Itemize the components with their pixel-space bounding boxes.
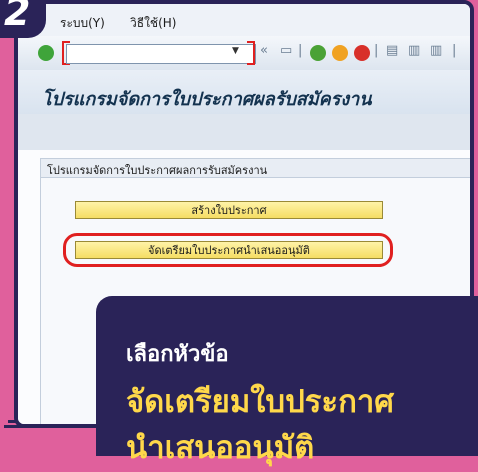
cancel-icon[interactable]: [354, 45, 370, 61]
callout-highlight: จัดเตรียมใบประกาศ: [126, 384, 394, 420]
selection-highlight: [63, 233, 393, 267]
menu-help[interactable]: วิธีใช้(H): [130, 14, 176, 33]
title-bar: โปรแกรมจัดการใบประกาศผลรับสมัครงาน: [18, 70, 470, 115]
menu-system[interactable]: ระบบ(Y): [60, 14, 105, 33]
toolbar: ▼ « ▭ | | ▤ ▥ ▥ |: [18, 36, 470, 71]
highlight-bracket: [247, 41, 255, 65]
save-icon[interactable]: ▭: [280, 43, 292, 58]
group-title: โปรแกรมจัดการใบประกาศผลการรับสมัครงาน: [47, 164, 268, 177]
callout-heading: เลือกหัวข้อ: [126, 342, 229, 367]
callout-highlight-cont: นำเสนออนุมัติ: [126, 430, 315, 466]
find-icon[interactable]: ▥: [408, 43, 420, 58]
step-number: 2: [4, 0, 31, 34]
enter-check-icon[interactable]: [38, 45, 54, 61]
print-icon[interactable]: ▤: [386, 43, 398, 58]
separator-icon: |: [374, 43, 379, 58]
instruction-callout: เลือกหัวข้อ จัดเตรียมใบประกาศ นำเสนออนุม…: [96, 296, 478, 466]
separator-icon: |: [452, 43, 457, 58]
find-next-icon[interactable]: ▥: [430, 43, 442, 58]
group-header: โปรแกรมจัดการใบประกาศผลการรับสมัครงาน: [41, 159, 470, 178]
back-icon[interactable]: [310, 45, 326, 61]
menubar: ระบบ(Y) วิธีใช้(H): [18, 4, 470, 37]
separator-icon: |: [298, 43, 303, 58]
application-toolbar: [18, 114, 470, 150]
create-announcement-button[interactable]: สร้างใบประกาศ: [75, 201, 383, 219]
step-badge: 2: [0, 0, 46, 38]
exit-icon[interactable]: [332, 45, 348, 61]
dropdown-arrow-icon[interactable]: ▼: [232, 46, 239, 56]
page-title: โปรแกรมจัดการใบประกาศผลรับสมัครงาน: [42, 89, 372, 110]
command-field[interactable]: [66, 44, 256, 64]
back-arrows-icon[interactable]: «: [260, 43, 268, 58]
